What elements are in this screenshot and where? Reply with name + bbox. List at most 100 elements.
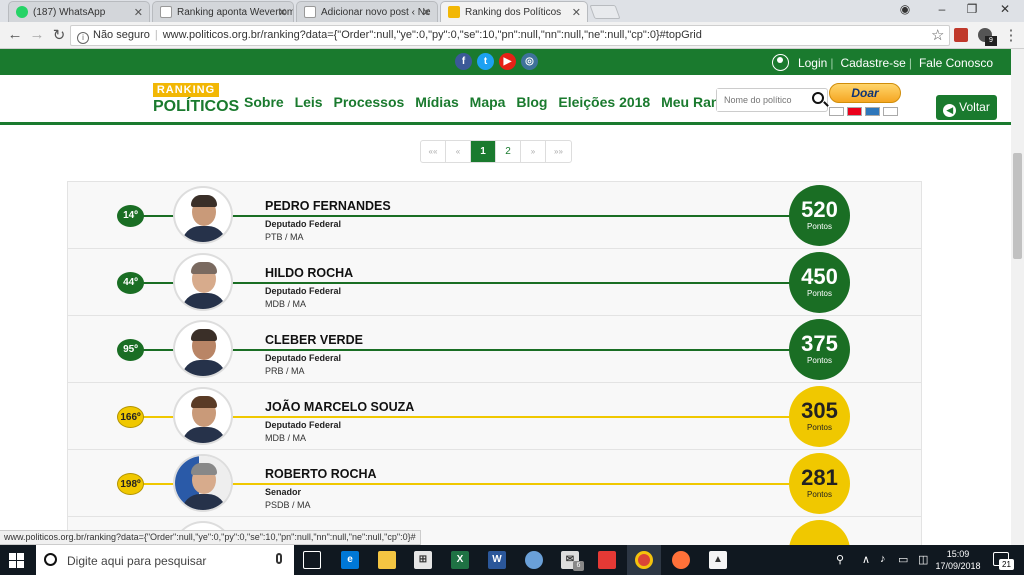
- menu-kebab-icon[interactable]: ⋮: [1002, 26, 1020, 44]
- new-tab-button[interactable]: [589, 5, 621, 19]
- politician-name[interactable]: HILDO ROCHA: [265, 266, 358, 280]
- page-icon: [304, 6, 316, 18]
- ranking-row[interactable]: 198º ROBERTO ROCHA Senador PSDB / MA 281…: [68, 450, 921, 517]
- pager-page-1[interactable]: 1: [471, 141, 496, 162]
- nav-midias[interactable]: Mídias: [415, 94, 459, 110]
- volume-icon[interactable]: ♪: [880, 553, 886, 565]
- search-input[interactable]: [717, 89, 805, 111]
- back-arrow-icon[interactable]: ←: [6, 26, 24, 43]
- taskbar-search[interactable]: Digite aqui para pesquisar: [36, 545, 294, 575]
- people-icon[interactable]: ⚲: [836, 553, 844, 566]
- close-icon[interactable]: ✕: [134, 6, 143, 19]
- scrollbar-thumb[interactable]: [1013, 153, 1022, 259]
- nav-leis[interactable]: Leis: [295, 94, 323, 110]
- browser-tab-ranking-politicos[interactable]: Ranking dos Políticos ✕: [440, 1, 588, 23]
- youtube-icon[interactable]: ▶: [499, 53, 516, 70]
- pager-first[interactable]: ««: [421, 141, 446, 162]
- firefox-icon[interactable]: [672, 551, 690, 569]
- browser-tab-ranking-aponta[interactable]: Ranking aponta Wevertom ✕: [152, 1, 294, 22]
- login-link[interactable]: Login: [798, 56, 827, 70]
- politician-name[interactable]: ROBERTO ROCHA: [265, 467, 381, 481]
- back-button[interactable]: ◀ Voltar: [936, 95, 997, 120]
- nav-blog[interactable]: Blog: [516, 94, 547, 110]
- tab-title: Adicionar novo post ‹ Ne: [321, 7, 431, 18]
- extension-badge: 9: [985, 36, 997, 46]
- close-window-button[interactable]: ✕: [990, 2, 1020, 16]
- ranking-row[interactable]: 166º JOÃO MARCELO SOUZA Deputado Federal…: [68, 383, 921, 450]
- close-icon[interactable]: ✕: [572, 6, 581, 19]
- search-icon[interactable]: [812, 92, 824, 104]
- restore-button[interactable]: ❐: [957, 2, 987, 16]
- facebook-icon[interactable]: f: [455, 53, 472, 70]
- minimize-button[interactable]: –: [927, 2, 957, 16]
- politician-photo[interactable]: [173, 454, 233, 512]
- microphone-icon[interactable]: [276, 553, 282, 564]
- site-logo[interactable]: RANKING POLÍTICOS: [153, 83, 239, 119]
- pager-page-2[interactable]: 2: [496, 141, 521, 162]
- edge-icon[interactable]: e: [341, 551, 359, 569]
- address-bar: ← → ↻ i Não seguro | www.politicos.org.br/r…: [0, 22, 1024, 49]
- word-icon[interactable]: W: [488, 551, 506, 569]
- politician-name[interactable]: CLEBER VERDE: [265, 333, 367, 347]
- nav-mapa[interactable]: Mapa: [470, 94, 506, 110]
- ranking-row[interactable]: 44º HILDO ROCHA Deputado Federal MDB / M…: [68, 249, 921, 316]
- twitter-icon[interactable]: t: [477, 53, 494, 70]
- ranking-position: 14º: [117, 205, 144, 227]
- nav-processos[interactable]: Processos: [333, 94, 404, 110]
- browser-tab-whatsapp[interactable]: (187) WhatsApp ✕: [8, 1, 150, 22]
- pager-prev[interactable]: «: [446, 141, 471, 162]
- nav-sobre[interactable]: Sobre: [244, 94, 284, 110]
- info-icon[interactable]: i: [77, 32, 89, 44]
- photos-app-icon[interactable]: [525, 551, 543, 569]
- excel-icon[interactable]: X: [451, 551, 469, 569]
- close-icon[interactable]: ✕: [278, 6, 287, 19]
- politician-photo[interactable]: [173, 253, 233, 311]
- politician-photo[interactable]: [173, 320, 233, 378]
- ranking-position: 166º: [117, 406, 144, 428]
- amex-icon: [865, 107, 880, 116]
- ranking-row[interactable]: 95º CLEBER VERDE Deputado Federal PRB / …: [68, 316, 921, 383]
- image-viewer-icon[interactable]: ▲: [709, 551, 727, 569]
- reload-icon[interactable]: ↻: [50, 26, 68, 44]
- network-icon[interactable]: ◫: [918, 553, 928, 566]
- profile-icon[interactable]: ◉: [890, 2, 920, 16]
- page-scrollbar[interactable]: [1011, 49, 1024, 545]
- politician-photo[interactable]: [173, 186, 233, 244]
- windows-start-icon[interactable]: [9, 553, 24, 568]
- chrome-icon[interactable]: [635, 551, 653, 569]
- score-badge: 450 Pontos: [789, 252, 850, 313]
- nav-eleicoes-2018[interactable]: Eleições 2018: [558, 94, 650, 110]
- pager-next[interactable]: »: [521, 141, 546, 162]
- user-icon: [771, 54, 789, 71]
- payment-cards: [829, 107, 901, 116]
- close-icon[interactable]: ✕: [422, 6, 431, 19]
- politician-name[interactable]: JOÃO MARCELO SOUZA: [265, 400, 419, 414]
- politician-party: MDB / MA: [265, 433, 307, 443]
- contact-link[interactable]: Fale Conosco: [919, 56, 993, 70]
- politician-name[interactable]: PEDRO FERNANDES: [265, 199, 395, 213]
- tray-chevron-icon[interactable]: ∧: [862, 553, 870, 566]
- task-view-icon[interactable]: [303, 551, 321, 569]
- score-value: 450: [801, 264, 838, 289]
- politician-photo[interactable]: [173, 387, 233, 445]
- score-value: 520: [801, 197, 838, 222]
- taskbar-clock[interactable]: 15:09 17/09/2018: [935, 548, 981, 572]
- ranking-row[interactable]: 14º PEDRO FERNANDES Deputado Federal PTB…: [68, 182, 921, 249]
- ranking-line: [128, 215, 828, 217]
- store-icon[interactable]: ⊞: [414, 551, 432, 569]
- pager-last[interactable]: »»: [546, 141, 571, 162]
- battery-icon[interactable]: ▭: [898, 553, 908, 566]
- arrow-left-icon: ◀: [943, 104, 957, 117]
- politician-role: Deputado Federal: [265, 353, 342, 363]
- app-icon[interactable]: [598, 551, 616, 569]
- browser-tab-adicionar-post[interactable]: Adicionar novo post ‹ Ne ✕: [296, 1, 438, 22]
- extension-icon[interactable]: [954, 28, 968, 42]
- signup-link[interactable]: Cadastre-se: [840, 56, 905, 70]
- logo-line-1: RANKING: [153, 83, 219, 97]
- bookmark-star-icon[interactable]: ☆: [931, 26, 944, 44]
- donate-button[interactable]: Doar: [829, 83, 901, 103]
- forward-arrow-icon[interactable]: →: [28, 26, 46, 43]
- url-field[interactable]: i Não seguro | www.politicos.org.br/ranking…: [70, 25, 950, 46]
- instagram-icon[interactable]: ◎: [521, 53, 538, 70]
- file-explorer-icon[interactable]: [378, 551, 396, 569]
